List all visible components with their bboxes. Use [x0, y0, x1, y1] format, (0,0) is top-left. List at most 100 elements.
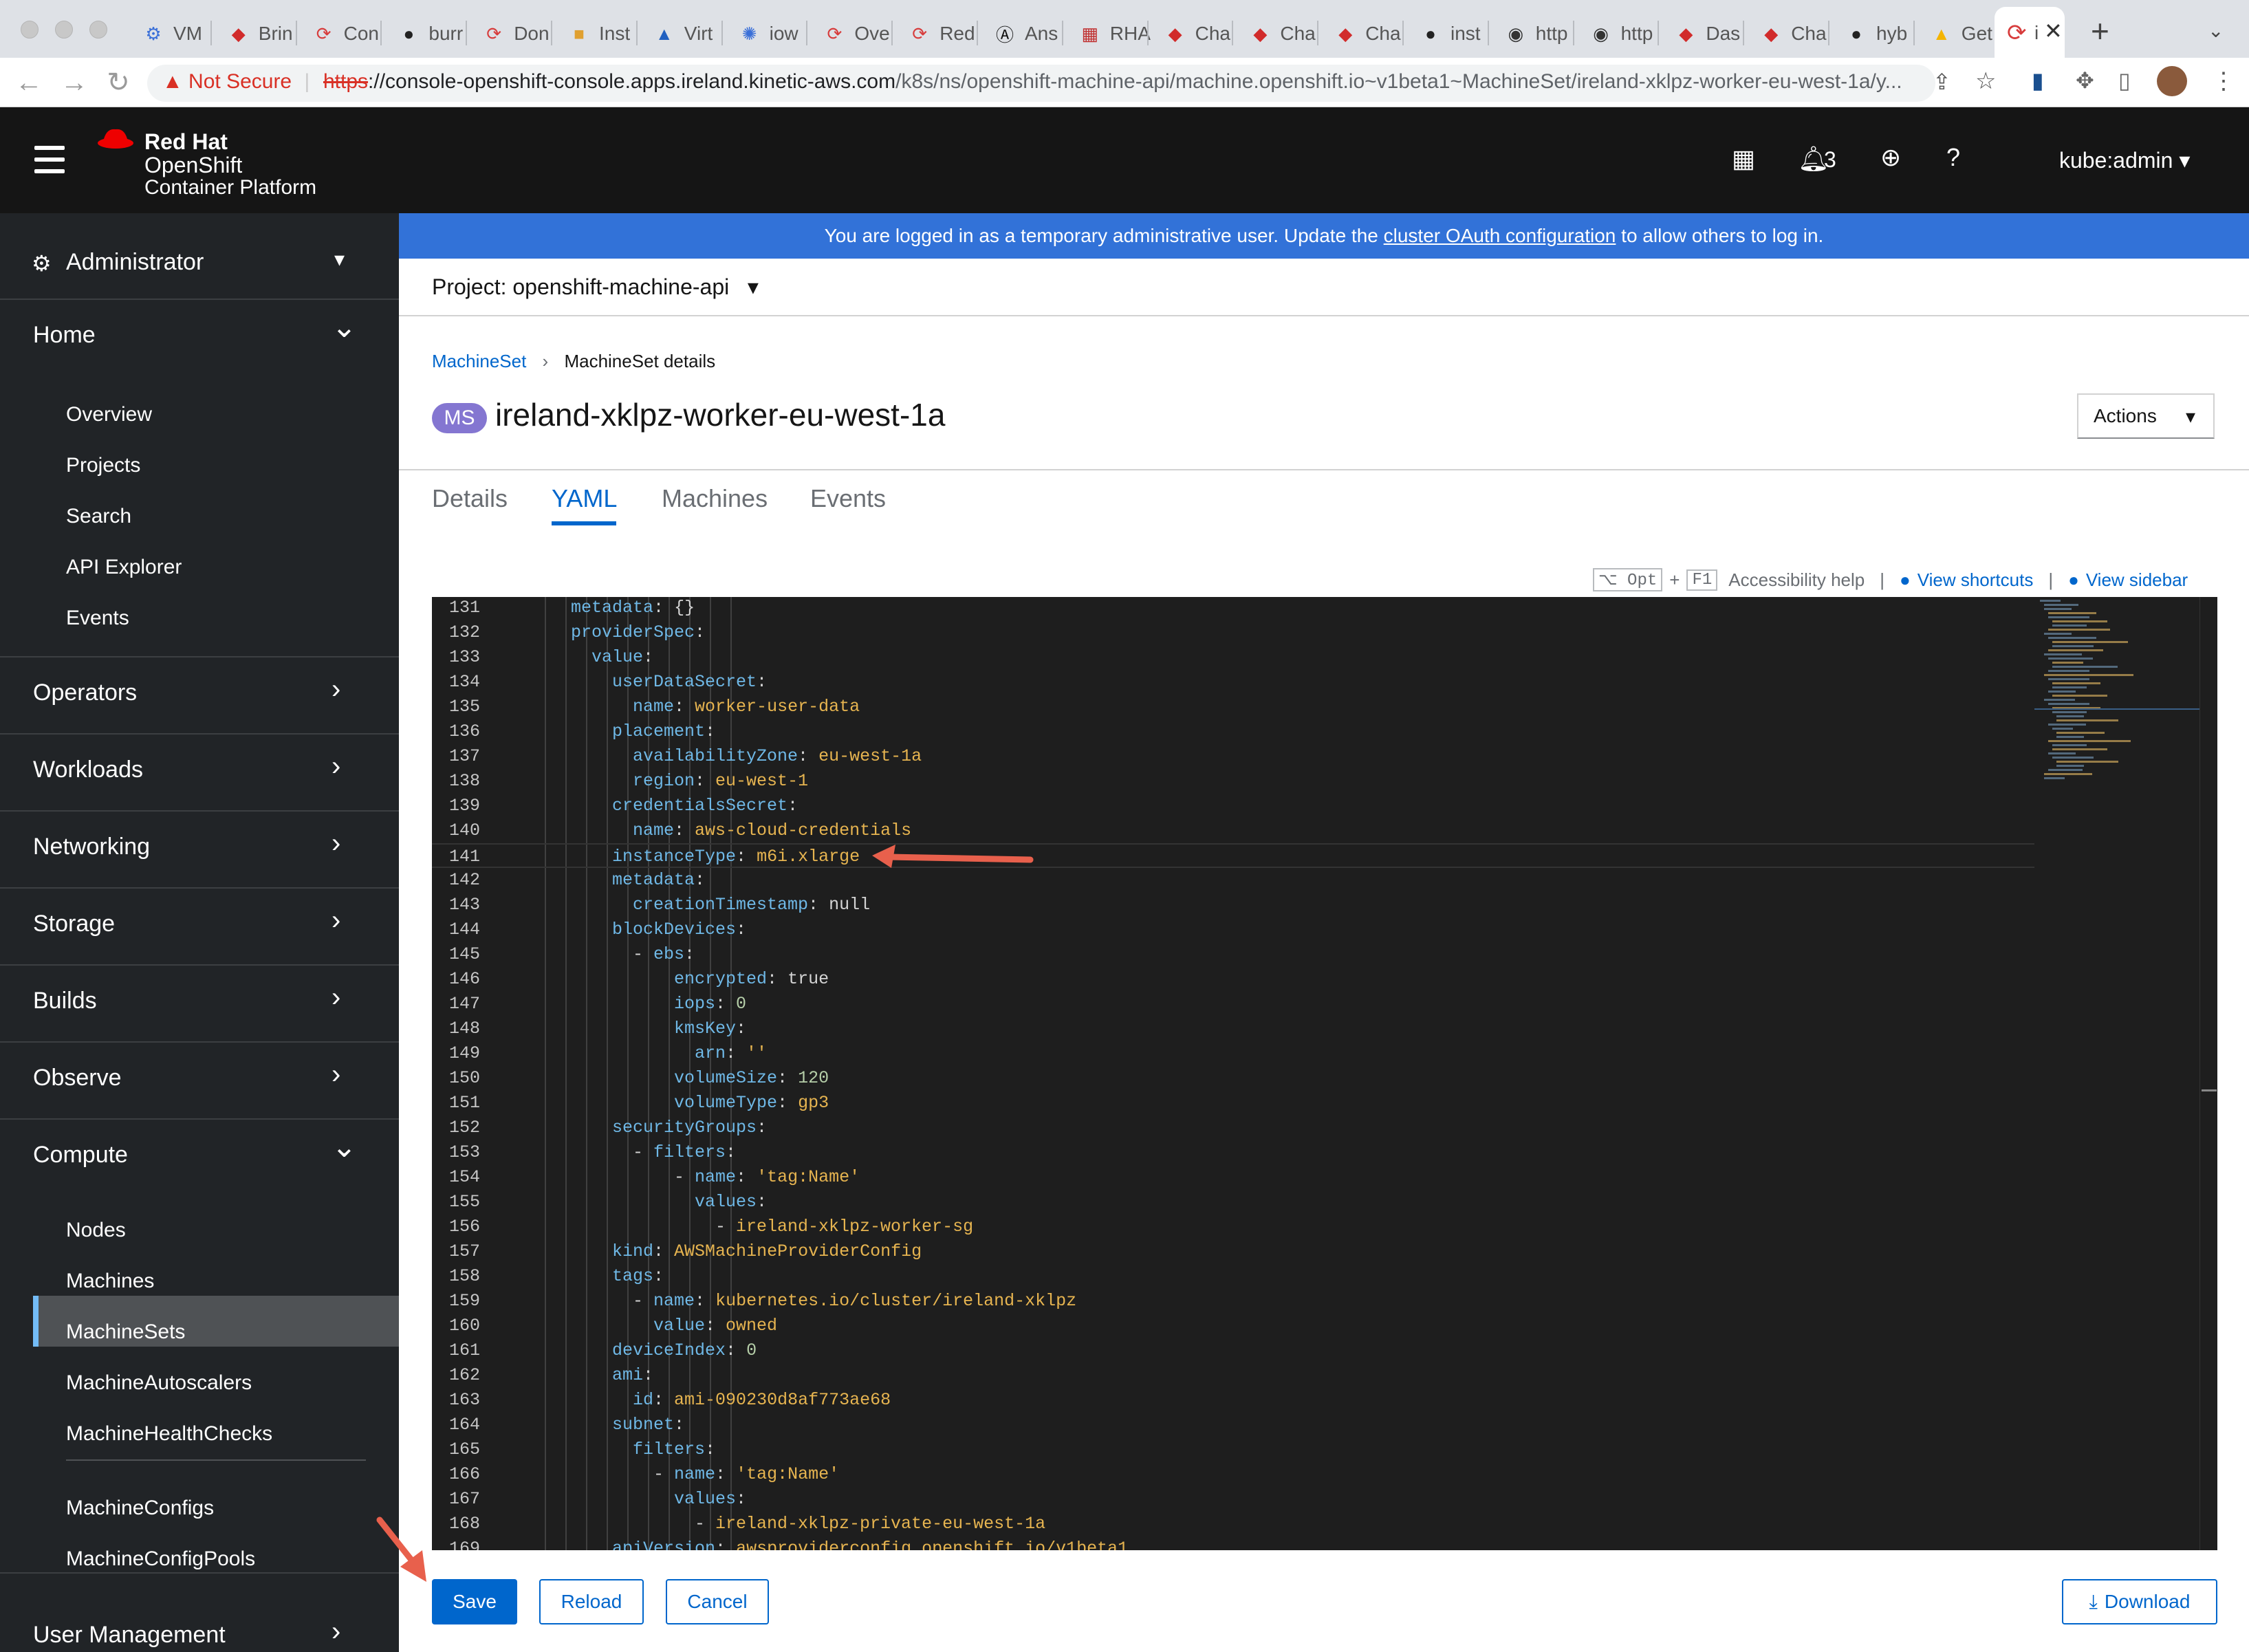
code-line[interactable]: 141 instanceType: m6i.xlarge — [432, 843, 2034, 868]
code-line[interactable]: 148 kmsKey: — [432, 1017, 2034, 1041]
browser-tab[interactable]: ⚙ VM — [128, 10, 202, 58]
code-line[interactable]: 139 credentialsSecret: — [432, 794, 2034, 818]
bookmark-star-icon[interactable]: ☆ — [1975, 67, 1996, 95]
sidebar-section-user-management[interactable]: User Management › — [0, 1600, 399, 1652]
code-line[interactable]: 163 id: ami-090230d8af773ae68 — [432, 1388, 2034, 1413]
breadcrumb-machineset-link[interactable]: MachineSet — [432, 351, 526, 371]
browser-tab[interactable]: ▲ Get — [1916, 10, 1992, 58]
code-line[interactable]: 153 - filters: — [432, 1140, 2034, 1165]
code-line[interactable]: 154 - name: 'tag:Name' — [432, 1165, 2034, 1190]
code-line[interactable]: 165 filters: — [432, 1437, 2034, 1462]
sidebar-item-machineconfigs[interactable]: MachineConfigs — [66, 1497, 214, 1520]
browser-tab-active[interactable]: ⟳ i ✕ — [1995, 7, 2065, 58]
sidepanel-icon[interactable]: ▯ — [2118, 67, 2131, 94]
browser-tab[interactable]: ● burr — [383, 10, 464, 58]
app-launcher-icon[interactable]: ▦ — [1732, 144, 1755, 173]
code-line[interactable]: 167 values: — [432, 1487, 2034, 1512]
tab-details[interactable]: Details — [432, 484, 508, 513]
browser-tab[interactable]: ■ Inst — [554, 10, 630, 58]
sidebar-section-networking[interactable]: Networking › — [0, 812, 399, 889]
code-line[interactable]: 134 userDataSecret: — [432, 670, 2034, 695]
sidebar-item-projects[interactable]: Projects — [66, 454, 140, 477]
code-line[interactable]: 140 name: aws-cloud-credentials — [432, 818, 2034, 843]
browser-menu-icon[interactable]: ⋮ — [2212, 67, 2235, 95]
sidebar-item-machinesets[interactable]: MachineSets — [66, 1320, 185, 1344]
editor-minimap[interactable] — [2034, 597, 2199, 1550]
browser-tab[interactable]: ▲ Virt — [639, 10, 713, 58]
sidebar-section-storage[interactable]: Storage › — [0, 889, 399, 966]
sidebar-item-events[interactable]: Events — [66, 607, 129, 630]
perspective-switcher[interactable]: ⚙ Administrator ▾ — [0, 227, 399, 300]
notification-count[interactable]: 3 — [1824, 147, 1836, 173]
browser-tab[interactable]: ⟳ Red — [894, 10, 975, 58]
code-line[interactable]: 152 securityGroups: — [432, 1116, 2034, 1140]
tab-events[interactable]: Events — [810, 484, 886, 513]
browser-tab[interactable]: ● inst — [1405, 10, 1480, 58]
browser-tab[interactable]: ▦ RHA — [1065, 10, 1151, 58]
browser-tab[interactable]: ◆ Das — [1660, 10, 1740, 58]
code-line[interactable]: 164 subnet: — [432, 1413, 2034, 1437]
code-line[interactable]: 162 ami: — [432, 1363, 2034, 1388]
cancel-button[interactable]: Cancel — [666, 1579, 769, 1624]
tab-search-icon[interactable]: ⌄ — [2208, 19, 2224, 42]
window-zoom-button[interactable] — [89, 21, 107, 39]
sidebar-section-builds[interactable]: Builds › — [0, 966, 399, 1043]
browser-tab[interactable]: ⟳ Ove — [809, 10, 889, 58]
forward-arrow-icon[interactable]: → — [59, 66, 89, 99]
browser-tab[interactable]: ◉ http — [1576, 10, 1653, 58]
extension-icon[interactable]: ▮ — [2032, 67, 2044, 94]
code-line[interactable]: 149 arn: '' — [432, 1041, 2034, 1066]
sidebar-section-home[interactable]: Home ⌄ — [0, 300, 399, 657]
hamburger-menu-icon[interactable] — [34, 146, 65, 181]
close-icon[interactable]: ✕ — [2044, 18, 2063, 44]
project-selector[interactable]: Project: openshift-machine-api ▾ — [432, 274, 759, 300]
back-arrow-icon[interactable]: ← — [14, 66, 44, 99]
help-icon[interactable]: ? — [1946, 143, 1960, 172]
code-line[interactable]: 133 value: — [432, 645, 2034, 670]
user-menu[interactable]: kube:admin ▾ — [2059, 147, 2190, 173]
quick-create-icon[interactable]: ⊕ — [1880, 143, 1901, 172]
code-line[interactable]: 156 - ireland-xklpz-worker-sg — [432, 1215, 2034, 1239]
sidebar-item-machinehealthchecks[interactable]: MachineHealthChecks — [66, 1422, 272, 1446]
code-area[interactable]: 131 metadata: {} 132 providerSpec: 133 value:… — [432, 597, 2034, 1550]
browser-tab[interactable]: ◆ Cha — [1320, 10, 1400, 58]
browser-tab[interactable]: ⟳ Don — [468, 10, 549, 58]
code-line[interactable]: 132 providerSpec: — [432, 620, 2034, 645]
avatar[interactable] — [2157, 66, 2187, 96]
view-shortcuts-link[interactable]: View shortcuts — [1917, 569, 2034, 591]
code-line[interactable]: 137 availabilityZone: eu-west-1a — [432, 744, 2034, 769]
tab-yaml[interactable]: YAML — [552, 484, 617, 513]
save-button[interactable]: Save — [432, 1579, 517, 1624]
browser-tab[interactable]: ◆ Cha — [1746, 10, 1826, 58]
sidebar-section-workloads[interactable]: Workloads › — [0, 735, 399, 812]
sidebar-item-machineautoscalers[interactable]: MachineAutoscalers — [66, 1371, 252, 1395]
code-line[interactable]: 146 encrypted: true — [432, 967, 2034, 992]
share-icon[interactable]: ⇪ — [1933, 69, 1951, 95]
window-close-button[interactable] — [21, 21, 39, 39]
code-line[interactable]: 157 kind: AWSMachineProviderConfig — [432, 1239, 2034, 1264]
code-line[interactable]: 159 - name: kubernetes.io/cluster/ireland… — [432, 1289, 2034, 1314]
puzzle-icon[interactable]: ✥ — [2076, 67, 2094, 94]
url-text[interactable]: https://console-openshift-console.apps.i… — [323, 70, 1902, 94]
security-warning[interactable]: ▲ Not Secure | — [162, 70, 309, 94]
reload-button[interactable]: Reload — [539, 1579, 644, 1624]
sidebar-item-api-explorer[interactable]: API Explorer — [66, 556, 182, 579]
editor-scrollbar[interactable] — [2199, 597, 2217, 1550]
sidebar-item-nodes[interactable]: Nodes — [66, 1219, 126, 1242]
code-line[interactable]: 160 value: owned — [432, 1314, 2034, 1338]
code-line[interactable]: 158 tags: — [432, 1264, 2034, 1289]
code-line[interactable]: 143 creationTimestamp: null — [432, 893, 2034, 917]
code-line[interactable]: 168 - ireland-xklpz-private-eu-west-1a — [432, 1512, 2034, 1536]
code-line[interactable]: 166 - name: 'tag:Name' — [432, 1462, 2034, 1487]
browser-tab[interactable]: Ⓐ Ans — [979, 10, 1058, 58]
browser-tab[interactable]: ◆ Cha — [1235, 10, 1315, 58]
new-tab-button[interactable]: + — [2091, 12, 2109, 50]
tab-machines[interactable]: Machines — [662, 484, 768, 513]
browser-tab[interactable]: ⟳ Con — [298, 10, 379, 58]
code-line[interactable]: 144 blockDevices: — [432, 917, 2034, 942]
window-minimize-button[interactable] — [55, 21, 73, 39]
oauth-config-link[interactable]: cluster OAuth configuration — [1384, 225, 1616, 247]
code-line[interactable]: 136 placement: — [432, 719, 2034, 744]
browser-tab[interactable]: ◆ Brin — [213, 10, 293, 58]
code-line[interactable]: 169 apiVersion: awsproviderconfig.openshi… — [432, 1536, 2034, 1550]
